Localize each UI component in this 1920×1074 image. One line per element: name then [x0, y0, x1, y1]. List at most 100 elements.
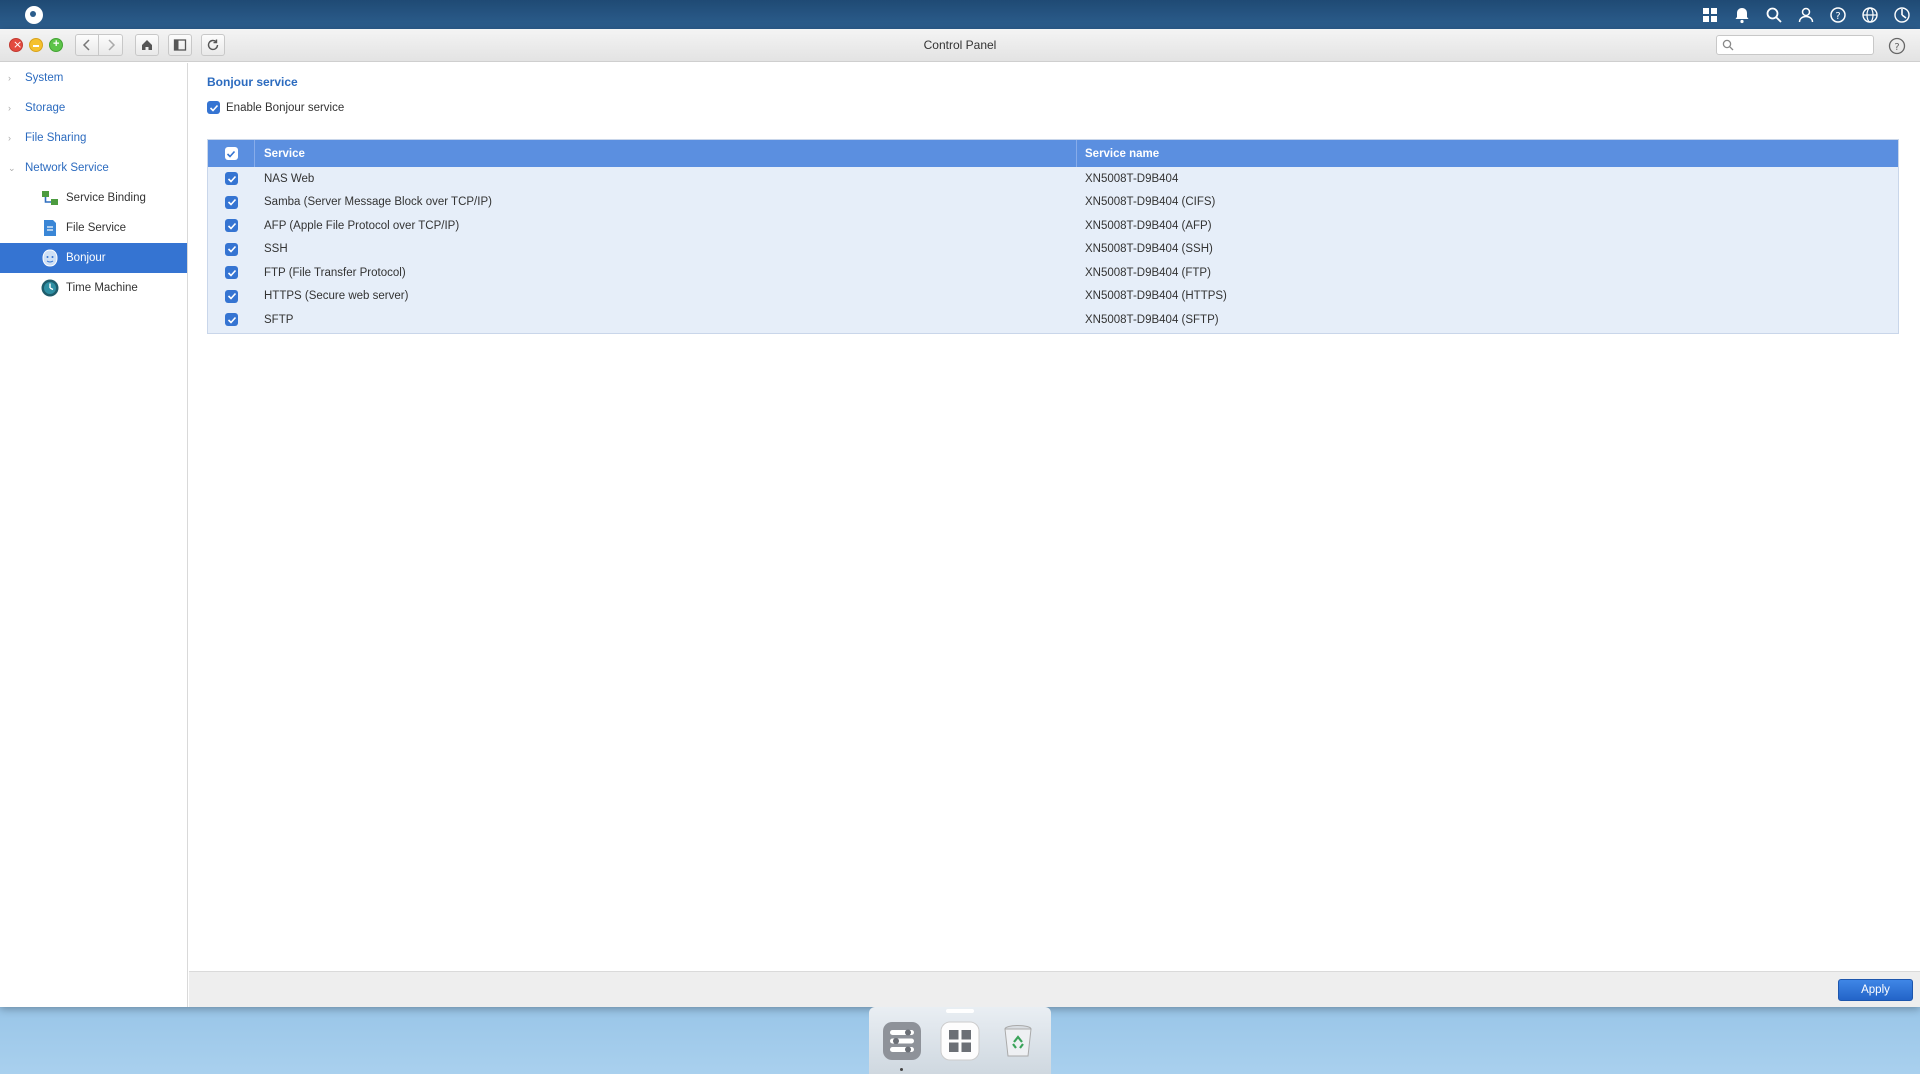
sidebar-toggle-icon	[173, 39, 187, 51]
service-cell: Samba (Server Message Block over TCP/IP)	[264, 196, 492, 209]
service-cell: FTP (File Transfer Protocol)	[264, 266, 406, 279]
sidebar-item-service-binding[interactable]: Service Binding	[0, 183, 187, 213]
control-panel-window: Control Panel ? › System › Storage › Fil…	[0, 29, 1920, 1007]
forward-button[interactable]	[99, 34, 123, 56]
running-indicator	[900, 1067, 903, 1071]
sidebar-category-storage[interactable]: › Storage	[0, 93, 187, 123]
table-row[interactable]: FTP (File Transfer Protocol) XN5008T-D9B…	[208, 261, 1898, 285]
row-checkbox[interactable]	[225, 266, 238, 280]
chevron-right-icon: ›	[8, 133, 11, 143]
service-name-cell: XN5008T-D9B404 (CIFS)	[1085, 196, 1216, 209]
file-service-icon	[40, 218, 60, 238]
table-row[interactable]: AFP (Apple File Protocol over TCP/IP) XN…	[208, 214, 1898, 238]
minimize-window-button[interactable]	[29, 38, 43, 52]
app-center-dock-icon[interactable]	[937, 1018, 983, 1064]
service-cell: SSH	[264, 243, 288, 256]
enable-bonjour-checkbox[interactable]	[207, 101, 220, 114]
sidebar-item-label: Service Binding	[66, 192, 146, 204]
system-top-bar: ?	[0, 0, 1920, 29]
sidebar-category-label: Network Service	[25, 162, 109, 174]
row-checkbox[interactable]	[225, 313, 238, 327]
sidebar-item-label: File Service	[66, 222, 127, 234]
help-icon[interactable]: ?	[1888, 37, 1906, 55]
row-checkbox[interactable]	[225, 219, 238, 233]
sidebar-item-file-service[interactable]: File Service	[0, 213, 187, 243]
service-name-cell: XN5008T-D9B404 (AFP)	[1085, 219, 1212, 232]
user-icon[interactable]	[1796, 5, 1816, 25]
search-input[interactable]	[1737, 36, 1867, 54]
sidebar-category-file-sharing[interactable]: › File Sharing	[0, 123, 187, 153]
sidebar-category-label: System	[25, 72, 64, 84]
sidebar-item-label: Time Machine	[66, 282, 138, 294]
row-checkbox[interactable]	[225, 242, 238, 256]
maximize-window-button[interactable]	[49, 38, 63, 52]
refresh-button[interactable]	[201, 34, 225, 56]
service-cell: NAS Web	[264, 172, 315, 185]
help-icon[interactable]: ?	[1828, 5, 1848, 25]
column-header-service[interactable]: Service	[255, 140, 1077, 167]
chevron-right-icon	[107, 39, 115, 51]
service-cell: HTTPS (Secure web server)	[264, 290, 409, 303]
table-row[interactable]: NAS Web XN5008T-D9B404	[208, 167, 1898, 191]
control-panel-dock-icon[interactable]	[879, 1018, 925, 1071]
apps-grid-icon[interactable]	[1700, 5, 1720, 25]
search-icon	[1722, 39, 1734, 51]
svg-text:?: ?	[1894, 42, 1899, 53]
bonjour-icon	[40, 248, 60, 268]
row-checkbox[interactable]	[225, 195, 238, 209]
service-name-cell: XN5008T-D9B404 (SFTP)	[1085, 313, 1219, 326]
time-machine-icon	[40, 278, 60, 298]
home-icon	[142, 40, 152, 50]
sidebar-category-network-service[interactable]: ⌄ Network Service	[0, 153, 187, 183]
enable-bonjour-row: Enable Bonjour service	[207, 101, 344, 114]
recycle-bin-dock-icon[interactable]	[995, 1018, 1041, 1064]
service-cell: SFTP	[264, 313, 294, 326]
row-checkbox[interactable]	[225, 172, 238, 186]
dashboard-gauge-icon[interactable]	[1892, 5, 1912, 25]
notification-bell-icon[interactable]	[1732, 5, 1752, 25]
dock-handle[interactable]	[946, 1009, 974, 1013]
sidebar: › System › Storage › File Sharing ⌄ Netw…	[0, 63, 188, 1007]
search-icon[interactable]	[1764, 5, 1784, 25]
service-binding-icon	[40, 188, 60, 208]
select-all-checkbox[interactable]	[224, 147, 238, 160]
search-field[interactable]	[1716, 35, 1874, 55]
sidebar-item-label: Bonjour	[66, 252, 106, 264]
table-row[interactable]: Samba (Server Message Block over TCP/IP)…	[208, 191, 1898, 215]
window-titlebar: Control Panel ?	[0, 29, 1920, 62]
close-window-button[interactable]	[9, 38, 23, 52]
apply-button[interactable]: Apply	[1838, 979, 1913, 1001]
sidebar-category-label: Storage	[25, 102, 66, 114]
column-header-service-name[interactable]: Service name	[1077, 140, 1898, 167]
main-content: Bonjour service Enable Bonjour service S…	[189, 63, 1920, 974]
table-row[interactable]: SFTP XN5008T-D9B404 (SFTP)	[208, 308, 1898, 332]
service-cell: AFP (Apple File Protocol over TCP/IP)	[264, 219, 460, 232]
svg-text:?: ?	[1835, 11, 1840, 22]
chevron-right-icon: ›	[8, 103, 11, 113]
language-globe-icon[interactable]	[1860, 5, 1880, 25]
sidebar-item-bonjour[interactable]: Bonjour	[0, 243, 187, 273]
service-name-cell: XN5008T-D9B404 (SSH)	[1085, 243, 1213, 256]
section-title: Bonjour service	[207, 75, 298, 89]
table-row[interactable]: HTTPS (Secure web server) XN5008T-D9B404…	[208, 285, 1898, 309]
window-footer: Apply	[189, 971, 1920, 1007]
service-name-cell: XN5008T-D9B404	[1085, 172, 1179, 185]
toggle-sidebar-button[interactable]	[168, 34, 192, 56]
table-body: NAS Web XN5008T-D9B404 Samba (Server Mes…	[208, 167, 1898, 332]
qnap-logo-icon[interactable]	[25, 5, 43, 24]
dock	[869, 1007, 1051, 1074]
sidebar-item-time-machine[interactable]: Time Machine	[0, 273, 187, 303]
table-header: Service Service name	[208, 140, 1898, 167]
chevron-down-icon: ⌄	[8, 162, 16, 173]
back-button[interactable]	[75, 34, 99, 56]
service-name-cell: XN5008T-D9B404 (FTP)	[1085, 266, 1211, 279]
enable-bonjour-label: Enable Bonjour service	[226, 101, 345, 114]
window-title: Control Panel	[923, 38, 997, 52]
service-name-cell: XN5008T-D9B404 (HTTPS)	[1085, 290, 1227, 303]
sidebar-category-system[interactable]: › System	[0, 63, 187, 93]
chevron-left-icon	[82, 39, 90, 51]
row-checkbox[interactable]	[225, 289, 238, 303]
home-button[interactable]	[135, 34, 159, 56]
sidebar-category-label: File Sharing	[25, 132, 87, 144]
table-row[interactable]: SSH XN5008T-D9B404 (SSH)	[208, 238, 1898, 262]
